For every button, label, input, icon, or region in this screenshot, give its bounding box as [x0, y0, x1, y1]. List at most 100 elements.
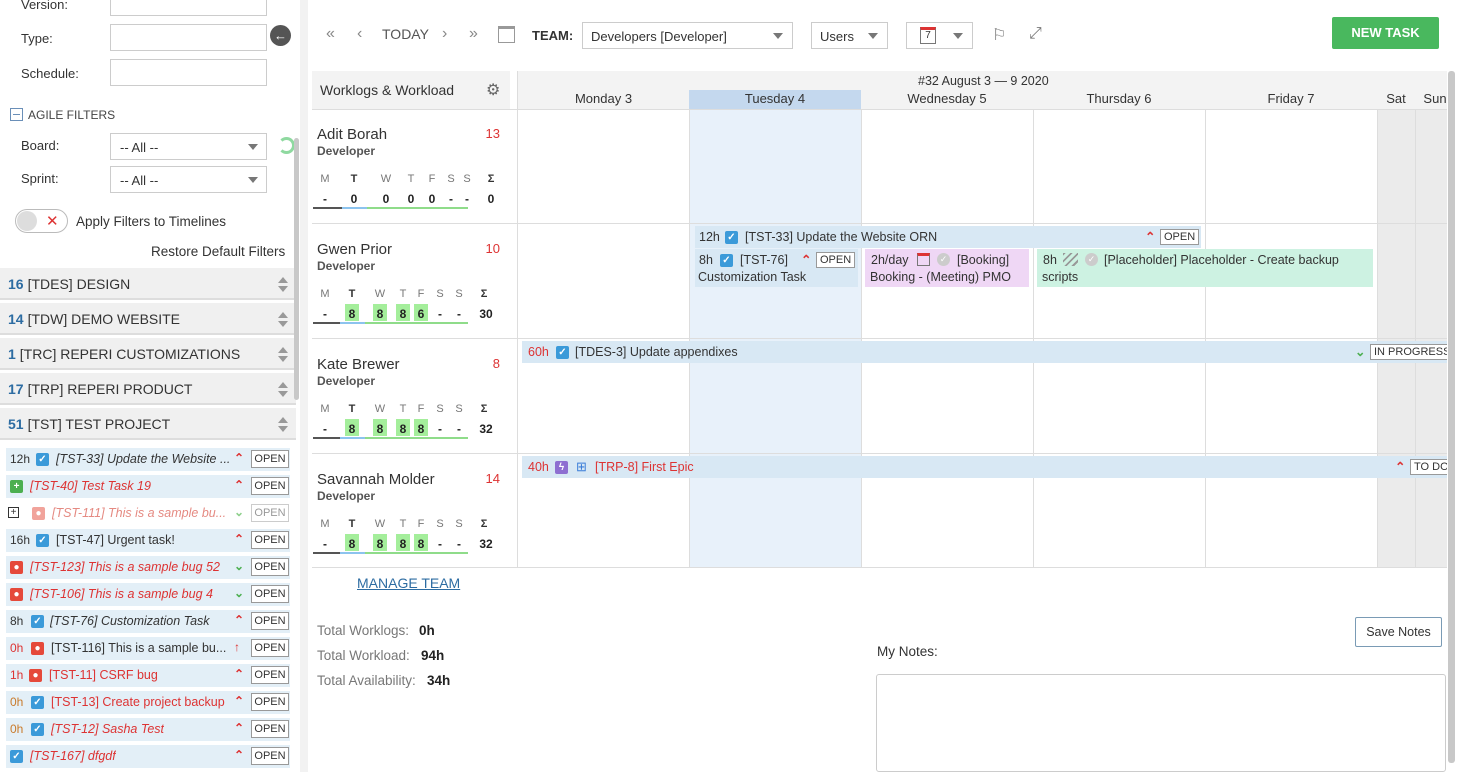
sort-icon[interactable]: [278, 417, 288, 433]
version-input[interactable]: [110, 0, 267, 16]
sort-icon[interactable]: [278, 382, 288, 398]
fullscreen-icon[interactable]: ⤢: [1029, 25, 1042, 43]
left-scrollbar[interactable]: [294, 138, 299, 400]
project-row[interactable]: 16 [TDES] DESIGN: [0, 268, 296, 300]
task-row[interactable]: 0h ● [TST-116] This is a sample bu... ↑ …: [6, 637, 290, 660]
task-row[interactable]: 0h ✓ [TST-13] Create project backup ⌃ OP…: [6, 691, 290, 714]
task-status[interactable]: OPEN: [251, 747, 289, 765]
project-row[interactable]: 51 [TST] TEST PROJECT: [0, 408, 296, 440]
task-status[interactable]: OPEN: [251, 504, 289, 522]
weekday-label: Σ: [480, 403, 488, 415]
weekday-label: T: [399, 288, 407, 300]
new-task-button[interactable]: NEW TASK: [1332, 17, 1439, 49]
schedule-input[interactable]: [110, 59, 267, 86]
refresh-icon[interactable]: [278, 137, 295, 154]
booking-bar[interactable]: 2h/day ✓ [Booking] Booking - (Meeting) P…: [865, 249, 1029, 287]
weekday-label: T: [348, 288, 356, 300]
task-status[interactable]: OPEN: [251, 720, 289, 738]
task-row[interactable]: + [TST-40] Test Task 19 ⌃ OPEN: [6, 475, 290, 498]
task-row[interactable]: ✓ [TST-167] dfgdf ⌃ OPEN: [6, 745, 290, 768]
task-title: [TST-116] This is a sample bu...: [51, 641, 227, 655]
task-check-icon: ✓: [10, 750, 23, 763]
type-input[interactable]: [110, 24, 267, 51]
task-bar-tdes3[interactable]: 60h ✓ [TDES-3] Update appendixes ⌄ IN PR…: [522, 341, 1447, 363]
arrow-left-circle-icon[interactable]: ←: [270, 25, 291, 46]
task-row[interactable]: 16h ✓ [TST-47] Urgent task! ⌃ OPEN: [6, 529, 290, 552]
task-row[interactable]: + ● [TST-111] This is a sample bu... ⌄ O…: [6, 502, 290, 525]
sort-icon[interactable]: [278, 347, 288, 363]
prev-icon[interactable]: ‹: [357, 25, 362, 43]
board-select[interactable]: -- All --: [110, 133, 267, 160]
flag-icon[interactable]: ⚐: [992, 25, 1006, 45]
sort-icon[interactable]: [278, 277, 288, 293]
restore-filters-link[interactable]: Restore Default Filters: [151, 244, 285, 259]
priority-high-icon: ⌃: [234, 667, 245, 681]
today-button[interactable]: TODAY: [382, 26, 429, 42]
project-row[interactable]: 1 [TRC] REPERI CUSTOMIZATIONS: [0, 338, 296, 370]
task-bar-trp8[interactable]: 40h ϟ ⊞ [TRP-8] First Epic ⌃ TO DO: [522, 456, 1447, 478]
weekday-label: S: [455, 403, 463, 415]
task-status[interactable]: OPEN: [251, 693, 289, 711]
date-picker[interactable]: 7: [906, 22, 973, 49]
task-row[interactable]: 12h ✓ [TST-33] Update the Website ... ⌃ …: [6, 448, 290, 471]
sort-icon[interactable]: [278, 312, 288, 328]
day-hours: -: [438, 537, 442, 551]
sprint-select[interactable]: -- All --: [110, 166, 267, 193]
panel-divider[interactable]: [300, 0, 308, 772]
task-status[interactable]: OPEN: [251, 585, 289, 603]
team-select[interactable]: Developers [Developer]: [582, 22, 793, 49]
task-hours: 16h: [10, 533, 31, 547]
expand-icon[interactable]: +: [8, 507, 19, 518]
next-icon[interactable]: ›: [442, 25, 447, 43]
bar-title: [Booking]: [957, 253, 1010, 267]
project-count: 16: [8, 276, 24, 292]
task-status[interactable]: OPEN: [251, 612, 289, 630]
task-status[interactable]: OPEN: [251, 639, 289, 657]
task-status[interactable]: OPEN: [251, 477, 289, 495]
weekday-label: M: [320, 403, 330, 415]
bar-title: [TST-76]: [740, 253, 788, 267]
last-page-icon[interactable]: »: [469, 25, 478, 43]
task-bar-tst33[interactable]: 12h ✓ [TST-33] Update the Website ORN ⌃ …: [695, 226, 1201, 248]
collapse-icon[interactable]: [10, 108, 23, 121]
bar-status[interactable]: OPEN: [1160, 229, 1200, 245]
notes-textarea[interactable]: [876, 674, 1446, 772]
bar-status[interactable]: TO DO: [1410, 459, 1447, 475]
day-hours: -: [465, 192, 469, 206]
person-name[interactable]: Gwen Prior: [317, 241, 392, 258]
bar-status[interactable]: IN PROGRESS: [1370, 344, 1447, 360]
task-row[interactable]: ● [TST-123] This is a sample bug 52 ⌄ OP…: [6, 556, 290, 579]
save-notes-button[interactable]: Save Notes: [1355, 617, 1442, 647]
gear-icon[interactable]: ⚙: [486, 80, 500, 100]
person-name[interactable]: Kate Brewer: [317, 356, 400, 373]
task-status[interactable]: OPEN: [251, 531, 289, 549]
calendar-icon[interactable]: [498, 26, 515, 43]
person-name[interactable]: Savannah Molder: [317, 471, 435, 488]
apply-filters-toggle[interactable]: ✕: [15, 209, 68, 233]
person-name[interactable]: Adit Borah: [317, 126, 387, 143]
day-hours: 8: [373, 304, 387, 321]
placeholder-bar[interactable]: 8h ✓ [Placeholder] Placeholder - Create …: [1037, 249, 1373, 287]
main-scrollbar[interactable]: [1448, 71, 1455, 763]
first-page-icon[interactable]: «: [326, 25, 335, 43]
project-row[interactable]: 17 [TRP] REPERI PRODUCT: [0, 373, 296, 405]
weekday-label: T: [399, 518, 407, 530]
task-status[interactable]: OPEN: [251, 666, 289, 684]
priority-high-icon: ⌃: [234, 748, 245, 762]
project-row[interactable]: 14 [TDW] DEMO WEBSITE: [0, 303, 296, 335]
task-row[interactable]: 0h ✓ [TST-12] Sasha Test ⌃ OPEN: [6, 718, 290, 741]
weekday-label: T: [350, 173, 358, 185]
task-status[interactable]: OPEN: [251, 558, 289, 576]
type-label: Type:: [21, 31, 53, 46]
day-hours: 8: [414, 419, 428, 436]
task-bar-tst76[interactable]: 8h ✓ [TST-76] Customization Task ⌃ OPEN: [695, 249, 858, 287]
view-select[interactable]: Users: [811, 22, 888, 49]
task-row[interactable]: 8h ✓ [TST-76] Customization Task ⌃ OPEN: [6, 610, 290, 633]
task-check-icon: ✓: [31, 696, 44, 709]
bar-status[interactable]: OPEN: [816, 252, 856, 268]
team-label: TEAM:: [532, 28, 574, 43]
task-row[interactable]: 1h ● [TST-11] CSRF bug ⌃ OPEN: [6, 664, 290, 687]
task-row[interactable]: ● [TST-106] This is a sample bug 4 ⌄ OPE…: [6, 583, 290, 606]
manage-team-link[interactable]: MANAGE TEAM: [357, 575, 460, 591]
task-status[interactable]: OPEN: [251, 450, 289, 468]
